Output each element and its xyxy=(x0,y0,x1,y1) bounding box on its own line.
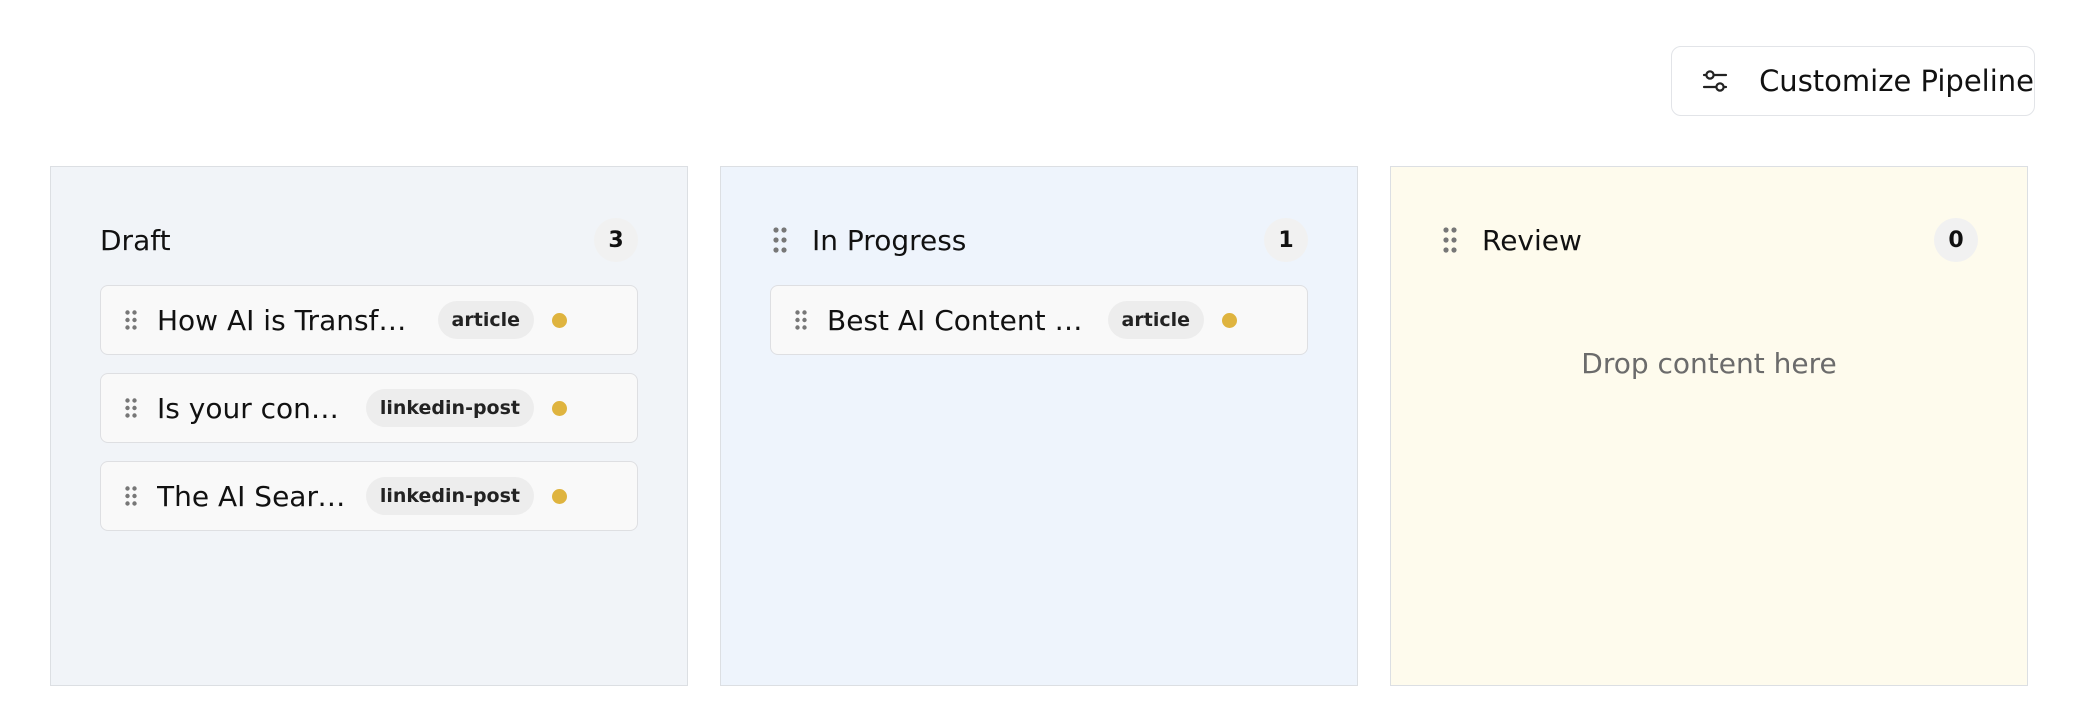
card-title: The AI Search Shift xyxy=(157,479,346,513)
content-card[interactable]: Best AI Content Optimization article xyxy=(770,285,1308,355)
status-dot xyxy=(552,312,567,328)
column-title: Draft xyxy=(100,223,171,257)
card-title: Is your content ready xyxy=(157,391,346,425)
column-draft: Draft 3 How AI is Transforming Content a… xyxy=(50,166,688,686)
content-card[interactable]: How AI is Transforming Content article xyxy=(100,285,638,355)
drag-handle-icon[interactable] xyxy=(123,396,139,420)
card-list: How AI is Transforming Content article I… xyxy=(100,285,638,549)
column-header: Draft 3 xyxy=(100,217,638,263)
card-title: How AI is Transforming Content xyxy=(157,303,418,337)
status-dot xyxy=(552,400,567,416)
pipeline-board: Customize Pipeline Draft 3 How AI is Tra… xyxy=(0,0,2078,706)
drag-handle-icon[interactable] xyxy=(123,308,139,332)
content-type-badge: article xyxy=(437,301,534,339)
sliders-icon xyxy=(1700,66,1729,96)
column-title: In Progress xyxy=(812,223,967,257)
customize-pipeline-button[interactable]: Customize Pipeline xyxy=(1671,46,2035,116)
column-count-badge: 0 xyxy=(1934,218,1978,262)
column-in-progress: In Progress 1 Best AI Content Optimizati… xyxy=(720,166,1358,686)
drag-handle-icon[interactable] xyxy=(123,484,139,508)
column-header: In Progress 1 xyxy=(770,217,1308,263)
column-review: Review 0 Drop content here xyxy=(1390,166,2028,686)
column-count-badge: 1 xyxy=(1264,218,1308,262)
column-count-badge: 3 xyxy=(594,218,638,262)
content-type-badge: article xyxy=(1107,301,1204,339)
column-drag-handle-icon[interactable] xyxy=(770,225,790,255)
card-list: Best AI Content Optimization article xyxy=(770,285,1308,373)
status-dot xyxy=(1222,312,1237,328)
drag-handle-icon[interactable] xyxy=(793,308,809,332)
drop-zone-placeholder[interactable]: Drop content here xyxy=(1391,347,2027,380)
column-header: Review 0 xyxy=(1440,217,1978,263)
status-dot xyxy=(552,488,567,504)
column-title: Review xyxy=(1482,223,1582,257)
customize-pipeline-label: Customize Pipeline xyxy=(1759,64,2034,98)
column-drag-handle-icon[interactable] xyxy=(1440,225,1460,255)
content-card[interactable]: The AI Search Shift linkedin-post xyxy=(100,461,638,531)
content-card[interactable]: Is your content ready linkedin-post xyxy=(100,373,638,443)
content-type-badge: linkedin-post xyxy=(365,389,534,427)
card-title: Best AI Content Optimization xyxy=(827,303,1088,337)
content-type-badge: linkedin-post xyxy=(365,477,534,515)
